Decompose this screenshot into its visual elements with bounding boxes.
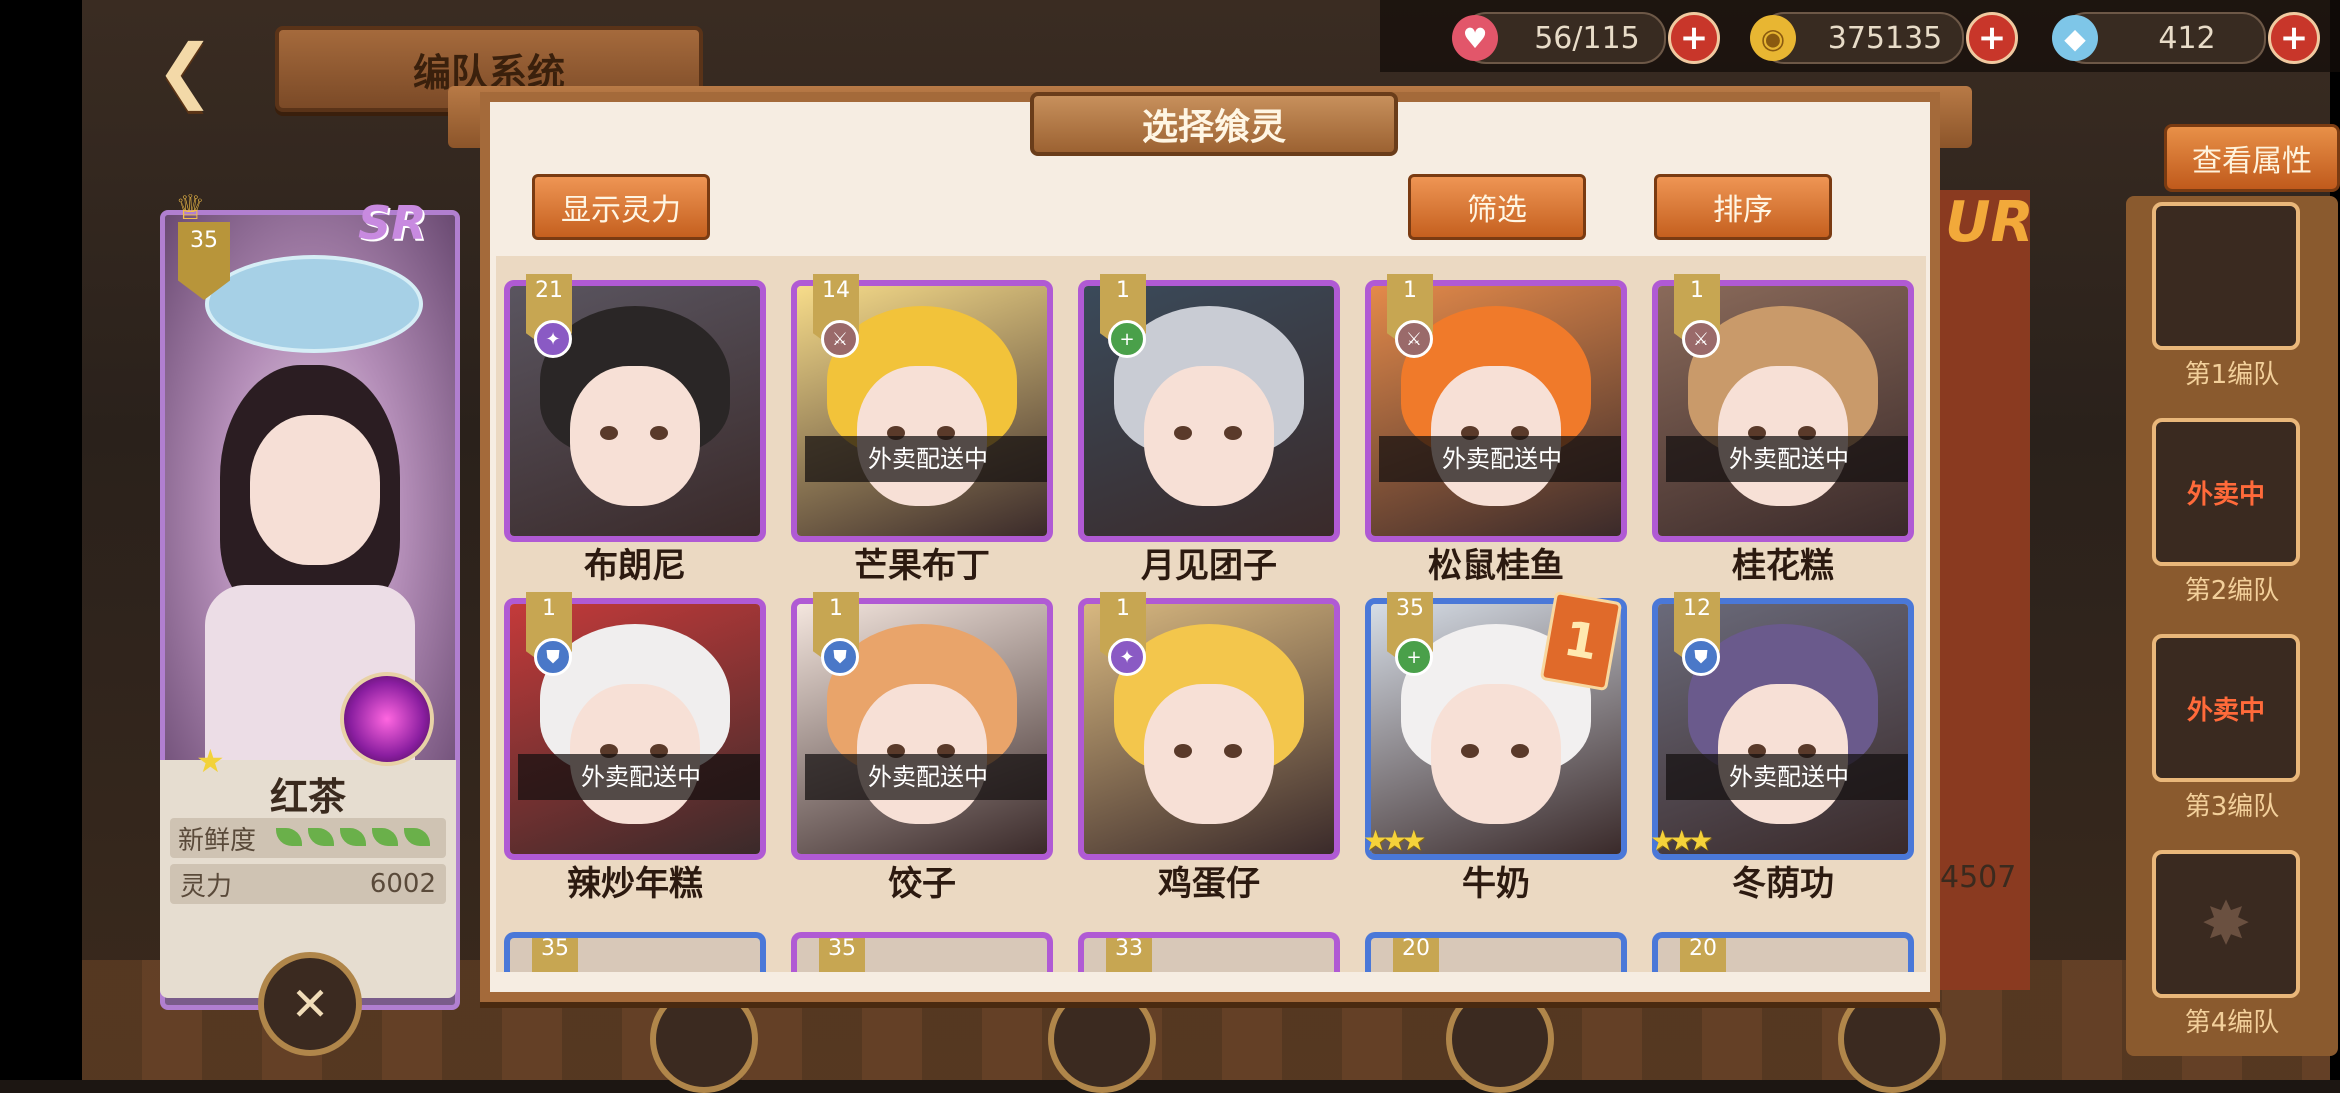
character-card[interactable]: 21 ✦ 布朗尼 <box>504 274 766 590</box>
skill-orb-icon[interactable] <box>340 672 434 766</box>
character-card[interactable]: 外卖配送中 14 ⚔ 芒果布丁 <box>791 274 1053 590</box>
character-card-partial[interactable]: 20 <box>1652 932 1914 972</box>
crystal-display: ◆ 412 <box>2052 12 2266 64</box>
delivering-label: 外卖配送中 <box>805 436 1047 482</box>
element-icon: ⛊ <box>1682 638 1720 676</box>
character-name: 鸡蛋仔 <box>1158 864 1260 904</box>
delivering-label: 外卖配送中 <box>518 754 760 800</box>
peek-power-value: 4507 <box>1940 860 2017 895</box>
fork-knife-button[interactable]: ✕ <box>258 952 362 1056</box>
view-attributes-button[interactable]: 查看属性 <box>2164 124 2340 192</box>
add-coin-button[interactable]: + <box>1966 12 2018 64</box>
letterbox-left <box>0 0 82 1080</box>
back-button[interactable]: ❮ <box>130 29 240 111</box>
character-name: 辣炒年糕 <box>567 864 703 904</box>
character-grid: 21 ✦ 布朗尼 外卖配送中 14 ⚔ 芒果布丁 1 + 月见团子 外卖配送中 1 ⚔ 松鼠桂鱼 外卖配送中… <box>496 256 1926 972</box>
character-card[interactable]: 1 + 月见团子 <box>1078 274 1340 590</box>
lead-name: 红茶 <box>269 775 346 819</box>
coin-display: ◉ 375135 <box>1750 12 1964 64</box>
show-power-button[interactable]: 显示灵力 <box>532 174 710 240</box>
peek-rarity-badge: UR <box>1945 190 2034 255</box>
team-slot-2[interactable]: 外卖中 <box>2152 418 2300 566</box>
character-name: 布朗尼 <box>584 546 686 586</box>
character-card[interactable]: 1 ✦ 鸡蛋仔 <box>1078 592 1340 908</box>
crystal-icon: ◆ <box>2052 15 2098 61</box>
character-card-partial[interactable]: 20 <box>1365 932 1627 972</box>
star-rating-icon: ★★★ <box>1650 824 1713 857</box>
level-badge: 35 <box>819 938 865 972</box>
character-name: 芒果布丁 <box>854 546 990 586</box>
emblem-icon: ✸ <box>2200 889 2252 959</box>
sort-button[interactable]: 排序 <box>1654 174 1832 240</box>
level-badge: 35 <box>532 938 578 972</box>
character-card[interactable]: 外卖配送中 1 ⚔ 松鼠桂鱼 <box>1365 274 1627 590</box>
level-badge: 20 <box>1393 938 1439 972</box>
freshness-row: 新鲜度 <box>170 818 446 858</box>
delivering-label: 外卖配送中 <box>1379 436 1621 482</box>
character-name: 桂花糕 <box>1732 546 1834 586</box>
power-row: 灵力 6002 <box>170 864 446 904</box>
element-icon: ⚔ <box>821 320 859 358</box>
modal-title: 选择飨灵 <box>1030 92 1398 156</box>
element-icon: ⚔ <box>1682 320 1720 358</box>
character-name: 牛奶 <box>1462 864 1530 904</box>
heart-icon: ♥ <box>1452 15 1498 61</box>
stamina-display: ♥ 56/115 <box>1452 12 1666 64</box>
character-card[interactable]: 外卖配送中 12 ⛊ ★★★ 冬荫功 <box>1650 592 1914 908</box>
level-badge: 20 <box>1680 938 1726 972</box>
character-card-partial[interactable]: 33 <box>1078 932 1340 972</box>
character-name: 冬荫功 <box>1732 864 1834 904</box>
element-icon: + <box>1108 320 1146 358</box>
freshness-leaves-icon <box>270 823 431 853</box>
element-icon: ⚔ <box>1395 320 1433 358</box>
element-icon: ✦ <box>534 320 572 358</box>
star-rating-icon: ★★★ <box>1363 824 1426 857</box>
element-icon: ⛊ <box>821 638 859 676</box>
character-name: 饺子 <box>888 864 956 904</box>
rarity-badge: SR <box>358 196 427 250</box>
element-icon: + <box>1395 638 1433 676</box>
delivering-label: 外卖配送中 <box>805 754 1047 800</box>
element-icon: ⛊ <box>534 638 572 676</box>
character-card[interactable]: 外卖配送中 1 ⛊ 饺子 <box>791 592 1053 908</box>
character-card[interactable]: 35 + ★★★ 1 牛奶 <box>1363 590 1627 908</box>
back-arrow-icon: ❮ <box>155 29 215 111</box>
team-slot-1[interactable] <box>2152 202 2300 350</box>
delivering-label: 外卖配送中 <box>1666 754 1908 800</box>
character-card[interactable]: 外卖配送中 1 ⚔ 桂花糕 <box>1652 274 1914 590</box>
level-badge: 33 <box>1106 938 1152 972</box>
element-icon: ✦ <box>1108 638 1146 676</box>
add-stamina-button[interactable]: + <box>1668 12 1720 64</box>
delivering-label: 外卖配送中 <box>1666 436 1908 482</box>
add-crystal-button[interactable]: + <box>2268 12 2320 64</box>
character-card-partial[interactable]: 35 <box>504 932 766 972</box>
character-card[interactable]: 外卖配送中 1 ⛊ 辣炒年糕 <box>504 592 766 908</box>
team-sidebar: 第1编队 外卖中 第2编队 外卖中 第3编队 ✸ 第4编队 <box>2126 196 2338 1056</box>
filter-button[interactable]: 筛选 <box>1408 174 1586 240</box>
character-name: 松鼠桂鱼 <box>1428 546 1564 586</box>
team-slot-4[interactable]: ✸ <box>2152 850 2300 998</box>
fork-knife-icon: ✕ <box>290 977 330 1031</box>
coin-icon: ◉ <box>1750 15 1796 61</box>
team-slot-3[interactable]: 外卖中 <box>2152 634 2300 782</box>
character-card-partial[interactable]: 35 <box>791 932 1053 972</box>
character-name: 月见团子 <box>1141 546 1277 586</box>
